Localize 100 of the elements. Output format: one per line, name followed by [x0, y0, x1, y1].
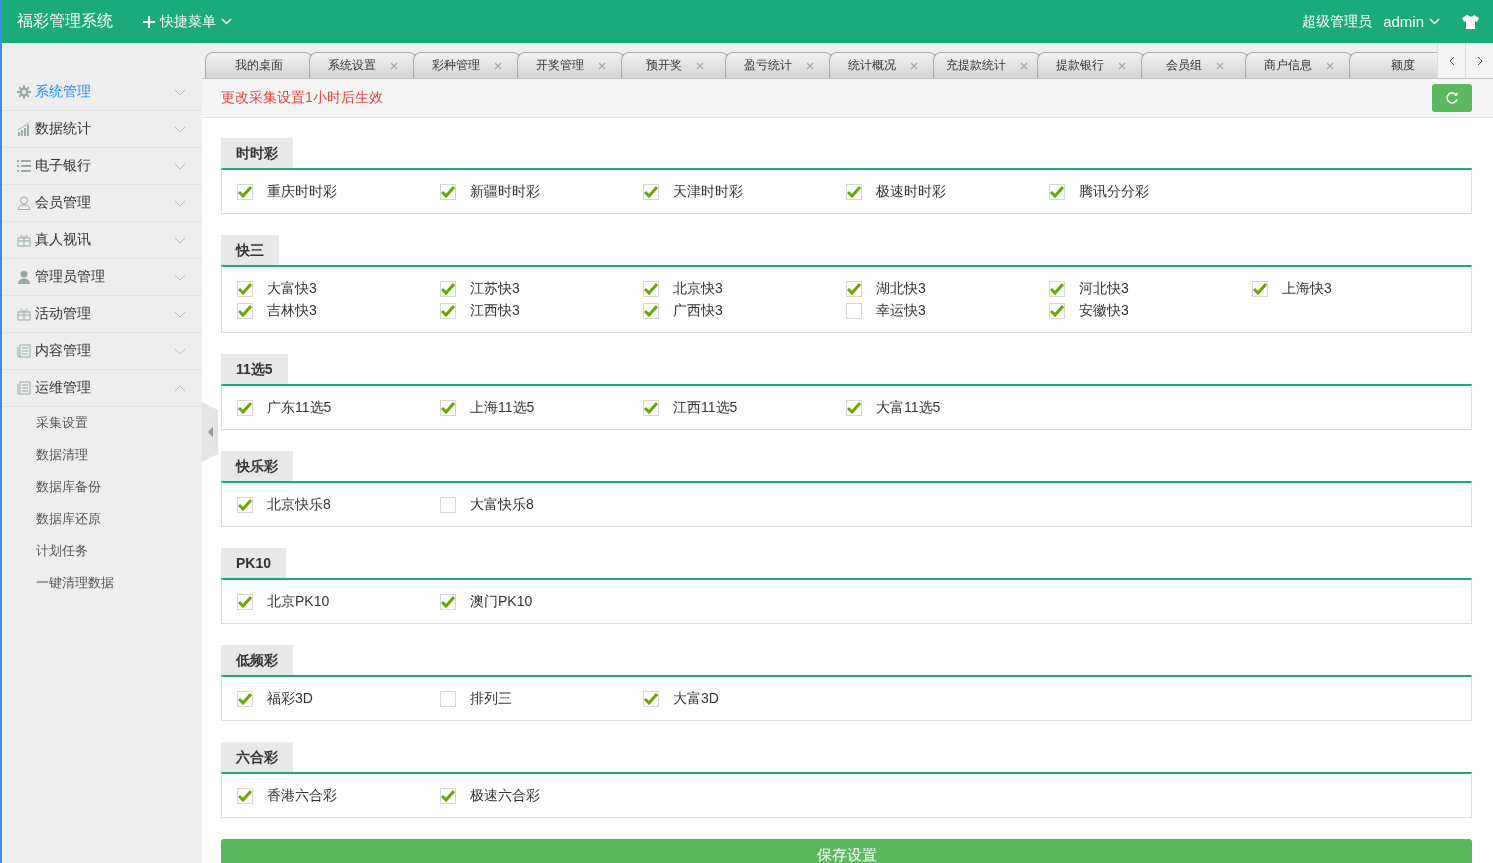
sidebar-item[interactable]: 内容管理 — [2, 333, 202, 370]
checkbox[interactable] — [237, 184, 253, 200]
checkbox[interactable] — [440, 497, 456, 513]
close-icon[interactable] — [494, 61, 502, 70]
checkbox-label: 大富11选5 — [876, 399, 941, 417]
tab[interactable]: 我的桌面 — [205, 52, 313, 78]
sidebar-item[interactable]: 运维管理 — [2, 370, 202, 407]
checkbox-label: 上海快3 — [1282, 280, 1332, 298]
checkbox-label: 江苏快3 — [470, 280, 520, 298]
checkbox-label: 北京快3 — [673, 280, 723, 298]
close-icon[interactable] — [806, 61, 814, 70]
submenu-item[interactable]: 计划任务 — [2, 535, 202, 567]
checkbox[interactable] — [643, 400, 659, 416]
checkbox[interactable] — [237, 281, 253, 297]
tab[interactable]: 开奖管理 — [517, 52, 625, 78]
chevron-down-icon — [174, 162, 186, 170]
doc-icon — [17, 381, 31, 395]
tab[interactable]: 彩种管理 — [413, 52, 521, 78]
checkbox[interactable] — [846, 281, 862, 297]
checkbox-label: 重庆时时彩 — [267, 183, 337, 201]
submenu-item[interactable]: 数据库还原 — [2, 503, 202, 535]
close-icon[interactable] — [390, 61, 398, 70]
notice-text: 更改采集设置1小时后生效 — [221, 89, 383, 107]
checkbox[interactable] — [237, 400, 253, 416]
checkbox[interactable] — [440, 400, 456, 416]
tab[interactable]: 预开奖 — [621, 52, 729, 78]
tab[interactable]: 统计概况 — [829, 52, 937, 78]
checkbox-label: 大富3D — [673, 690, 719, 708]
checkbox-label: 大富快乐8 — [470, 496, 534, 514]
close-icon[interactable] — [598, 61, 606, 70]
close-icon[interactable] — [910, 61, 918, 70]
checkbox-label: 江西快3 — [470, 302, 520, 320]
checkbox-label: 极速六合彩 — [470, 787, 540, 805]
tab[interactable]: 提款银行 — [1037, 52, 1145, 78]
gift-icon — [17, 233, 31, 247]
checkbox[interactable] — [643, 691, 659, 707]
chevron-down-icon — [174, 310, 186, 318]
checkbox[interactable] — [440, 281, 456, 297]
tab[interactable]: 系统设置 — [309, 52, 417, 78]
chevron-down-icon — [174, 273, 186, 281]
checkbox[interactable] — [846, 184, 862, 200]
close-icon[interactable] — [1216, 61, 1224, 70]
checkbox-label: 河北快3 — [1079, 280, 1129, 298]
close-icon[interactable] — [1326, 61, 1334, 70]
chevron-down-icon — [174, 199, 186, 207]
submenu-item[interactable]: 采集设置 — [2, 407, 202, 439]
checkbox[interactable] — [846, 400, 862, 416]
chevron-down-icon — [174, 236, 186, 244]
checkbox-label: 福彩3D — [267, 690, 313, 708]
gift-icon — [17, 307, 31, 321]
checkbox[interactable] — [440, 303, 456, 319]
checkbox[interactable] — [846, 303, 862, 319]
chevron-left-icon — [1448, 55, 1455, 66]
checkbox-label: 江西11选5 — [673, 399, 738, 417]
checkbox-label: 幸运快3 — [876, 302, 926, 320]
checkbox[interactable] — [1252, 281, 1268, 297]
checkbox-label: 广东11选5 — [267, 399, 332, 417]
checkbox-label: 广西快3 — [673, 302, 723, 320]
tab[interactable]: 会员组 — [1141, 52, 1249, 78]
checkbox[interactable] — [440, 691, 456, 707]
checkbox[interactable] — [643, 303, 659, 319]
shirt-icon[interactable] — [1462, 14, 1479, 29]
chevron-down-icon — [174, 88, 186, 96]
doc-icon — [17, 344, 31, 358]
checkbox[interactable] — [237, 788, 253, 804]
close-icon[interactable] — [1020, 61, 1028, 70]
submenu-item[interactable]: 数据清理 — [2, 439, 202, 471]
chevron-right-icon — [1476, 55, 1483, 66]
checkbox[interactable] — [643, 184, 659, 200]
checkbox-label: 安徽快3 — [1079, 302, 1129, 320]
close-icon[interactable] — [696, 61, 704, 70]
checkbox[interactable] — [440, 184, 456, 200]
checkbox[interactable] — [1049, 184, 1065, 200]
refresh-button[interactable] — [1432, 84, 1472, 112]
checkbox-label: 澳门PK10 — [470, 593, 533, 611]
checkbox[interactable] — [440, 594, 456, 610]
chevron-down-icon — [174, 347, 186, 355]
section-title: 快乐彩 — [221, 451, 293, 481]
checkbox[interactable] — [237, 303, 253, 319]
checkbox-label: 腾讯分分彩 — [1079, 183, 1149, 201]
checkbox-label: 大富快3 — [267, 280, 317, 298]
checkbox-label: 香港六合彩 — [267, 787, 337, 805]
checkbox[interactable] — [440, 788, 456, 804]
checkbox[interactable] — [237, 594, 253, 610]
tab[interactable]: 商户信息 — [1245, 52, 1353, 78]
section-title: 时时彩 — [221, 138, 293, 168]
checkbox[interactable] — [237, 691, 253, 707]
submenu-item[interactable]: 数据库备份 — [2, 471, 202, 503]
checkbox[interactable] — [237, 497, 253, 513]
checkbox-label: 排列三 — [470, 690, 512, 708]
checkbox[interactable] — [1049, 281, 1065, 297]
tab[interactable]: 盈亏统计 — [725, 52, 833, 78]
submenu-item[interactable]: 一键清理数据 — [2, 567, 202, 599]
tab[interactable]: 额度 — [1349, 52, 1437, 78]
checkbox[interactable] — [643, 281, 659, 297]
close-icon[interactable] — [1118, 61, 1126, 70]
checkbox[interactable] — [1049, 303, 1065, 319]
chevron-down-icon — [221, 18, 232, 25]
tab[interactable]: 充提款统计 — [933, 52, 1041, 78]
collapse-handle[interactable] — [202, 402, 218, 462]
